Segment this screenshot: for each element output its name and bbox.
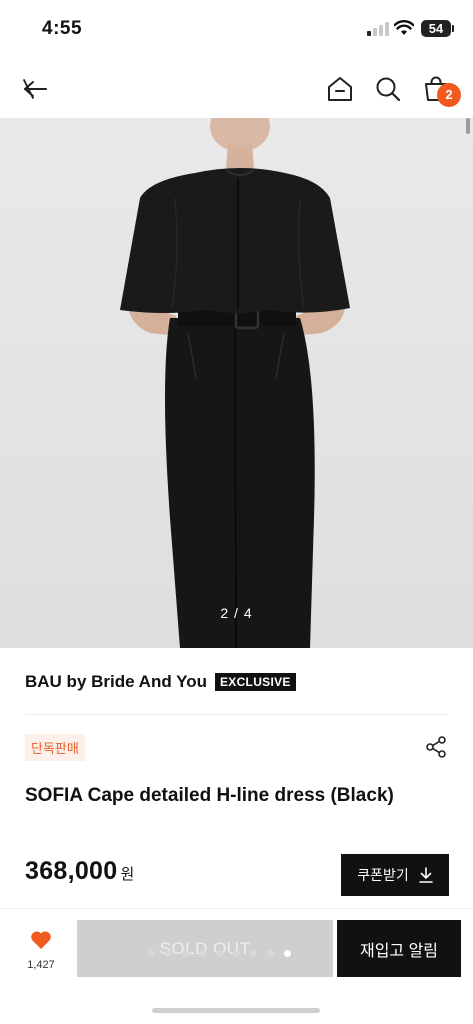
product-image[interactable] <box>0 118 473 648</box>
status-bar: 4:55 54 <box>0 0 473 60</box>
exclusive-sale-tag: 단독판매 <box>25 734 85 761</box>
download-icon <box>418 867 433 883</box>
home-icon[interactable] <box>323 72 357 106</box>
dress-illustration <box>120 118 350 648</box>
brand-name[interactable]: BAU by Bride And You <box>25 672 207 692</box>
product-title: SOFIA Cape detailed H-line dress (Black) <box>25 785 394 806</box>
price-row: 368,000 원 <box>25 857 134 886</box>
currency: 원 <box>120 866 135 883</box>
scroll-indicator <box>466 118 470 134</box>
close-arrow-icon[interactable] <box>18 72 52 106</box>
image-counter: 2 / 4 <box>220 605 253 621</box>
price: 368,000 <box>25 857 118 885</box>
coupon-button[interactable]: 쿠폰받기 <box>341 854 449 896</box>
battery-icon: 54 <box>421 20 454 37</box>
divider <box>25 714 448 715</box>
like-button[interactable]: 1,427 <box>20 930 62 974</box>
cellular-signal-icon <box>367 22 389 36</box>
wifi-icon <box>394 20 414 35</box>
exclusive-badge: EXCLUSIVE <box>214 673 296 691</box>
heart-icon <box>31 931 51 949</box>
like-count: 1,427 <box>27 959 55 971</box>
share-icon[interactable] <box>424 735 448 759</box>
brand-row[interactable]: BAU by Bride And You EXCLUSIVE <box>25 672 296 692</box>
status-time: 4:55 <box>42 18 83 39</box>
product-detail-page: 4:55 54 2 2 / 4 BAU by Bride And You EXC… <box>0 0 473 1024</box>
sold-out-button: SOLD OUT <box>77 920 333 977</box>
page-dots <box>148 950 291 957</box>
nav-bar <box>0 60 473 118</box>
cart-count-badge: 2 <box>437 83 461 107</box>
home-indicator <box>152 1008 320 1013</box>
coupon-label: 쿠폰받기 <box>357 867 409 883</box>
restock-alert-button[interactable]: 재입고 알림 <box>337 920 461 977</box>
restock-label: 재입고 알림 <box>359 942 439 960</box>
search-icon[interactable] <box>371 72 405 106</box>
